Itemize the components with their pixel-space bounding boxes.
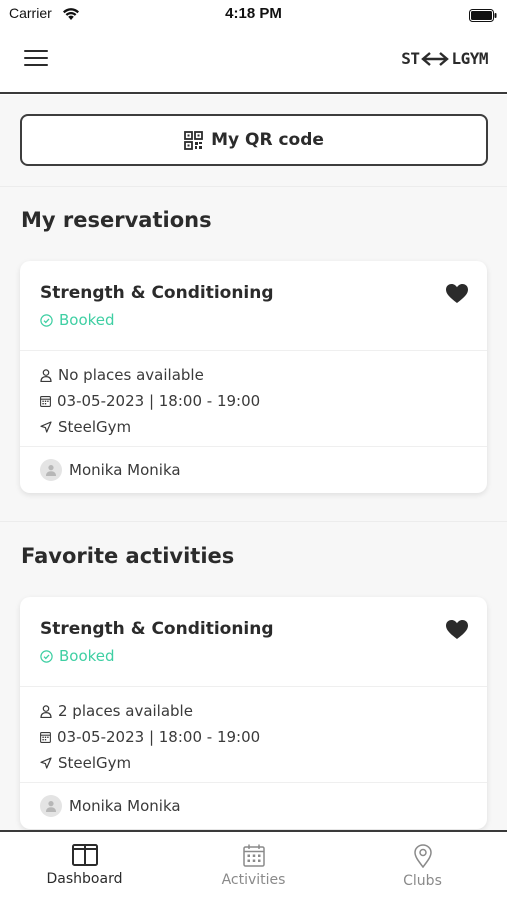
qr-code-label: My QR code [211,130,324,150]
tab-dashboard[interactable]: Dashboard [0,832,169,900]
navigation-arrow-icon [40,757,52,769]
user-avatar-icon [46,465,56,476]
club-row: SteelGym [20,750,487,776]
availability-row: No places available [20,362,487,388]
logo-text-left: ST [401,49,420,68]
datetime-row: 03-05-2023 | 18:00 - 19:00 [20,724,487,750]
my-qr-code-button[interactable]: My QR code [20,114,488,166]
activity-name: Strength & Conditioning [40,283,274,303]
tab-activities-label: Activities [221,872,286,888]
steelgym-logo: ST LGYM [401,49,488,68]
favorite-heart-icon[interactable] [445,283,469,304]
datetime-row: 03-05-2023 | 18:00 - 19:00 [20,388,487,414]
availability-text: 2 places available [58,702,193,720]
bottom-tab-bar: Dashboard Activities Clubs [0,830,507,900]
booking-status-label: Booked [59,647,115,665]
qr-code-icon [184,130,203,150]
club-row: SteelGym [20,414,487,440]
tab-activities[interactable]: Activities [169,832,338,900]
person-icon [40,368,52,382]
dashboard-icon [71,844,98,866]
tab-clubs[interactable]: Clubs [338,832,507,900]
member-name: Monika Monika [69,797,181,815]
activity-name: Strength & Conditioning [40,619,274,639]
datetime-text: 03-05-2023 | 18:00 - 19:00 [57,392,261,410]
calendar-small-icon [40,732,51,743]
club-text: SteelGym [58,418,132,436]
datetime-text: 03-05-2023 | 18:00 - 19:00 [57,728,261,746]
favorite-activities-heading: Favorite activities [21,544,235,568]
card-details: 2 places available 03-05-2023 | 18:00 - … [20,687,487,783]
logo-barbell-icon [421,51,450,66]
avatar [40,795,62,817]
card-header: Strength & Conditioning Booked [20,261,487,351]
club-text: SteelGym [58,754,132,772]
dashboard-content[interactable]: My QR code My reservations Strength & Co… [0,95,507,830]
booking-status: Booked [40,311,115,329]
logo-text-right: LGYM [451,49,488,68]
app-header: ST LGYM [0,28,507,94]
location-pin-icon [413,844,432,868]
calendar-icon [242,844,265,867]
check-circle-icon [40,649,53,663]
hamburger-menu-icon[interactable] [24,50,48,70]
battery-icon [469,7,497,26]
qr-section: My QR code [0,95,507,187]
my-reservations-heading: My reservations [21,208,212,232]
card-footer: Monika Monika [20,783,487,829]
person-icon [40,704,52,718]
card-footer: Monika Monika [20,447,487,493]
member-name: Monika Monika [69,461,181,479]
card-header: Strength & Conditioning Booked [20,597,487,687]
check-circle-icon [40,313,53,327]
availability-row: 2 places available [20,698,487,724]
avatar [40,459,62,481]
user-avatar-icon [46,801,56,812]
status-bar: Carrier 4:18 PM [0,0,507,28]
tab-clubs-label: Clubs [403,873,442,889]
favorite-activity-card[interactable]: Strength & Conditioning Booked 2 places … [20,597,487,829]
calendar-small-icon [40,396,51,407]
availability-text: No places available [58,366,204,384]
booking-status-label: Booked [59,311,115,329]
card-details: No places available 03-05-2023 | 18:00 -… [20,351,487,447]
navigation-arrow-icon [40,421,52,433]
section-divider [0,521,507,522]
status-time: 4:18 PM [225,5,282,22]
tab-dashboard-label: Dashboard [46,871,123,887]
booking-status: Booked [40,647,115,665]
reservation-card[interactable]: Strength & Conditioning Booked No places… [20,261,487,493]
favorite-heart-icon[interactable] [445,619,469,640]
